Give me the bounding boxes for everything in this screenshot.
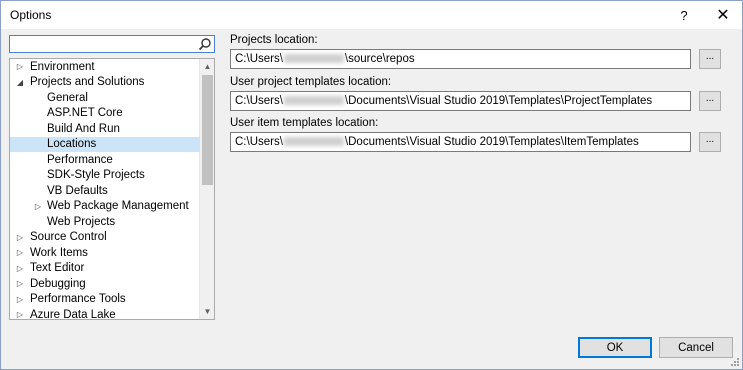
tree-item-text-editor[interactable]: ▷ Text Editor [10,261,200,277]
path-suffix: \source\repos [344,53,415,65]
tree-item-general[interactable]: General [10,90,200,106]
projects-location-field[interactable]: C:\Users\ \source\repos [230,49,691,69]
tree-item-debugging[interactable]: ▷ Debugging [10,276,200,292]
item-templates-field[interactable]: C:\Users\ \Documents\Visual Studio 2019\T… [230,132,691,152]
collapsed-arrow-icon[interactable]: ▷ [15,310,25,319]
path-prefix: C:\Users\ [235,53,283,65]
tree-item-label: Debugging [30,277,86,290]
search-box[interactable] [9,35,215,53]
tree-item-label: Environment [30,60,95,73]
tree-item-label: General [47,91,88,104]
redacted-username [283,54,344,64]
path-suffix: \Documents\Visual Studio 2019\Templates\… [344,136,639,148]
tree-item-performance-tools[interactable]: ▷ Performance Tools [10,292,200,308]
cancel-button[interactable]: Cancel [659,337,733,358]
collapsed-arrow-icon[interactable]: ▷ [15,62,25,72]
tree-item-label: SDK-Style Projects [47,169,145,182]
tree-item-label: Build And Run [47,122,120,135]
tree-item-build-and-run[interactable]: Build And Run [10,121,200,137]
tree-item-asp-net-core[interactable]: ASP.NET Core [10,106,200,122]
path-prefix: C:\Users\ [235,136,283,148]
collapsed-arrow-icon[interactable]: ▷ [33,201,43,211]
tree-scrollbar[interactable]: ▲ ▼ [199,59,214,319]
ok-button[interactable]: OK [578,337,652,358]
projects-location-label: Projects location: [230,34,318,46]
expanded-arrow-icon[interactable]: ◢ [15,77,25,87]
collapsed-arrow-icon[interactable]: ▷ [15,263,25,273]
search-input[interactable] [12,37,192,51]
tree-item-source-control[interactable]: ▷ Source Control [10,230,200,246]
redacted-username [283,137,344,147]
tree-item-environment[interactable]: ▷ Environment [10,59,200,75]
tree-item-work-items[interactable]: ▷ Work Items [10,245,200,261]
close-button[interactable]: ✕ [706,1,740,29]
project-templates-browse-button[interactable]: ... [699,91,721,111]
dialog-title: Options [10,8,52,22]
tree-item-label: Projects and Solutions [30,76,145,89]
resize-grip-icon[interactable] [730,357,740,367]
tree-item-label: Performance Tools [30,293,126,306]
project-templates-label: User project templates location: [230,76,392,88]
collapsed-arrow-icon[interactable]: ▷ [15,232,25,242]
search-icon[interactable] [198,37,212,51]
tree-item-label: Web Package Management [47,200,189,213]
collapsed-arrow-icon[interactable]: ▷ [15,294,25,304]
collapsed-arrow-icon[interactable]: ▷ [15,279,25,289]
options-tree[interactable]: ▲ ▼ ▷ Environment ◢ Projects and Solutions G… [9,58,215,320]
tree-item-label: Source Control [30,231,107,244]
tree-item-label: VB Defaults [47,184,108,197]
tree-item-vb-defaults[interactable]: VB Defaults [10,183,200,199]
tree-item-web-package-management[interactable]: ▷ Web Package Management [10,199,200,215]
help-button[interactable]: ? [667,1,701,29]
tree-item-label: ASP.NET Core [47,107,123,120]
tree-item-label: Performance [47,153,113,166]
tree-item-performance[interactable]: Performance [10,152,200,168]
tree-item-locations[interactable]: Locations [10,136,200,152]
tree-item-sdk-style-projects[interactable]: SDK-Style Projects [10,168,200,184]
item-templates-label: User item templates location: [230,117,379,129]
path-suffix: \Documents\Visual Studio 2019\Templates\… [344,95,653,107]
tree-item-web-projects[interactable]: Web Projects [10,214,200,230]
item-templates-browse-button[interactable]: ... [699,132,721,152]
tree-item-projects-and-solutions[interactable]: ◢ Projects and Solutions [10,75,200,91]
options-dialog: Options ? ✕ ▲ ▼ ▷ Environment ◢ Projects an… [0,0,743,370]
tree-item-label: Locations [47,138,97,151]
scroll-down-icon[interactable]: ▼ [200,304,214,319]
redacted-username [283,96,344,106]
tree-item-azure-data-lake[interactable]: ▷ Azure Data Lake [10,307,200,320]
projects-location-browse-button[interactable]: ... [699,49,721,69]
project-templates-field[interactable]: C:\Users\ \Documents\Visual Studio 2019\T… [230,91,691,111]
path-prefix: C:\Users\ [235,95,283,107]
tree-item-label: Text Editor [30,262,85,275]
scroll-up-icon[interactable]: ▲ [200,59,214,74]
title-bar[interactable]: Options ? ✕ [1,1,742,29]
tree-item-label: Web Projects [47,215,116,228]
tree-item-label: Work Items [30,246,88,259]
tree-item-label: Azure Data Lake [30,308,116,320]
scroll-thumb[interactable] [202,75,213,185]
collapsed-arrow-icon[interactable]: ▷ [15,248,25,258]
